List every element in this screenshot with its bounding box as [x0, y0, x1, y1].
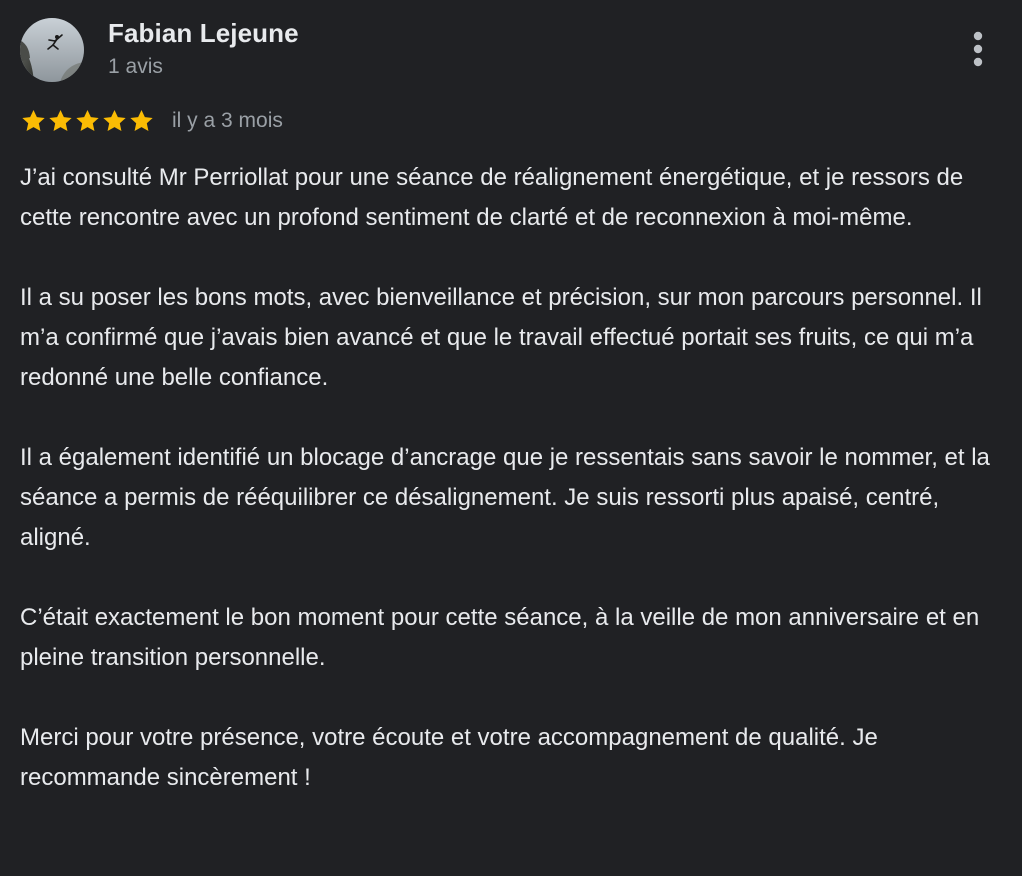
review-body: J’ai consulté Mr Perriollat pour une séa…: [20, 158, 1010, 798]
avatar[interactable]: [20, 18, 84, 82]
star-icon: [22, 109, 45, 131]
star-rating: [20, 108, 155, 134]
review-card: Fabian Lejeune 1 avis il y a 3 mois J’ai…: [0, 0, 1022, 876]
star-icon: [103, 109, 126, 131]
avatar-image: [20, 18, 84, 82]
rating-row: il y a 3 mois: [20, 106, 283, 136]
author-review-count[interactable]: 1 avis: [108, 55, 163, 79]
more-vert-icon: [973, 31, 983, 67]
review-paragraph: C’était exactement le bon moment pour ce…: [20, 604, 980, 671]
star-icon: [49, 109, 72, 131]
author-name[interactable]: Fabian Lejeune: [108, 18, 299, 49]
star-icon: [76, 109, 99, 131]
review-paragraph: Il a également identifié un blocage d’an…: [20, 444, 990, 551]
star-icon: [130, 109, 153, 131]
review-paragraph: J’ai consulté Mr Perriollat pour une séa…: [20, 164, 964, 231]
review-date: il y a 3 mois: [172, 109, 283, 132]
review-paragraph: Merci pour votre présence, votre écoute …: [20, 724, 878, 791]
review-paragraph: Il a su poser les bons mots, avec bienve…: [20, 284, 982, 391]
more-options-button[interactable]: [958, 28, 998, 72]
